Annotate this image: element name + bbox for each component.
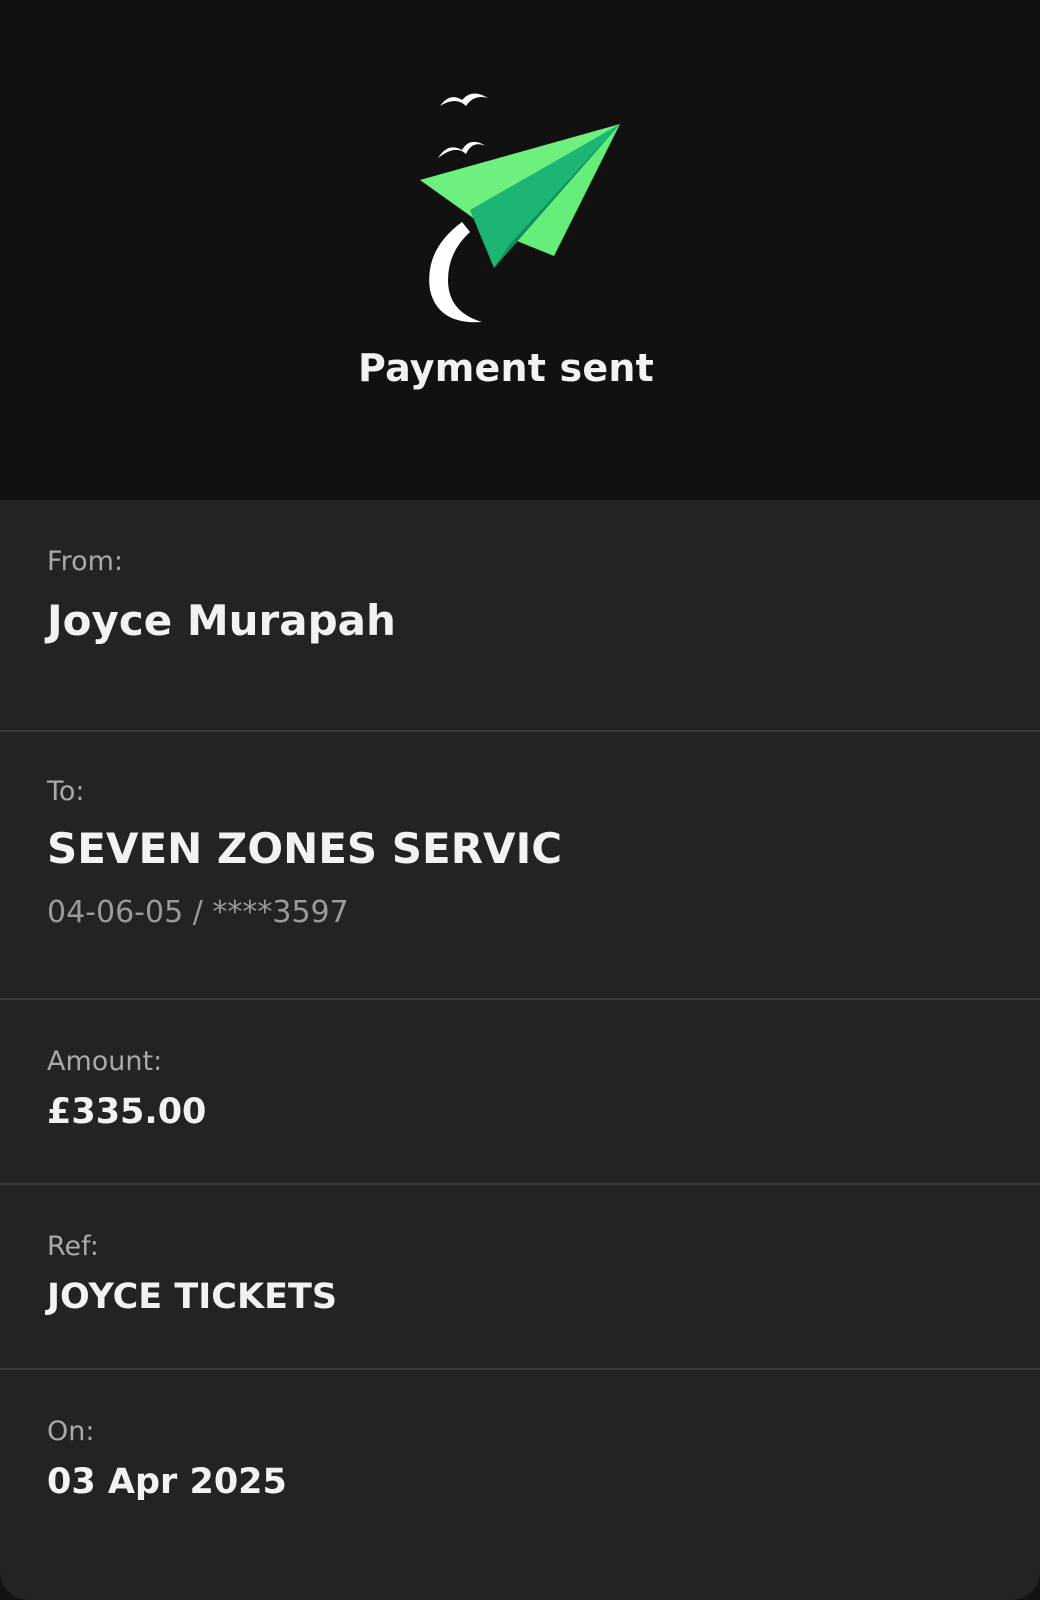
payment-details-panel: From: Joyce Murapah To: SEVEN ZONES SERV… (0, 500, 1040, 1600)
payment-confirmation-screen: Payment sent From: Joyce Murapah To: SEV… (0, 0, 1040, 1600)
to-label: To: (47, 776, 85, 807)
date-label: On: (47, 1416, 95, 1447)
account-details: 04-06-05 / ****3597 (47, 895, 349, 930)
date-row: On: 03 Apr 2025 (0, 1370, 1040, 1600)
from-value: Joyce Murapah (47, 596, 396, 645)
paper-plane-icon (420, 93, 620, 323)
amount-value: £335.00 (47, 1092, 207, 1132)
to-value: SEVEN ZONES SERVIC (47, 824, 563, 873)
from-label: From: (47, 546, 123, 577)
ref-value: JOYCE TICKETS (47, 1277, 338, 1317)
from-row: From: Joyce Murapah (0, 500, 1040, 732)
amount-label: Amount: (47, 1046, 163, 1077)
ref-label: Ref: (47, 1231, 99, 1262)
confirmation-header: Payment sent (0, 0, 1040, 500)
to-row: To: SEVEN ZONES SERVIC 04-06-05 / ****35… (0, 732, 1040, 1000)
amount-row: Amount: £335.00 (0, 1000, 1040, 1185)
ref-row: Ref: JOYCE TICKETS (0, 1185, 1040, 1370)
date-value: 03 Apr 2025 (47, 1462, 287, 1502)
page-title: Payment sent (358, 346, 654, 390)
